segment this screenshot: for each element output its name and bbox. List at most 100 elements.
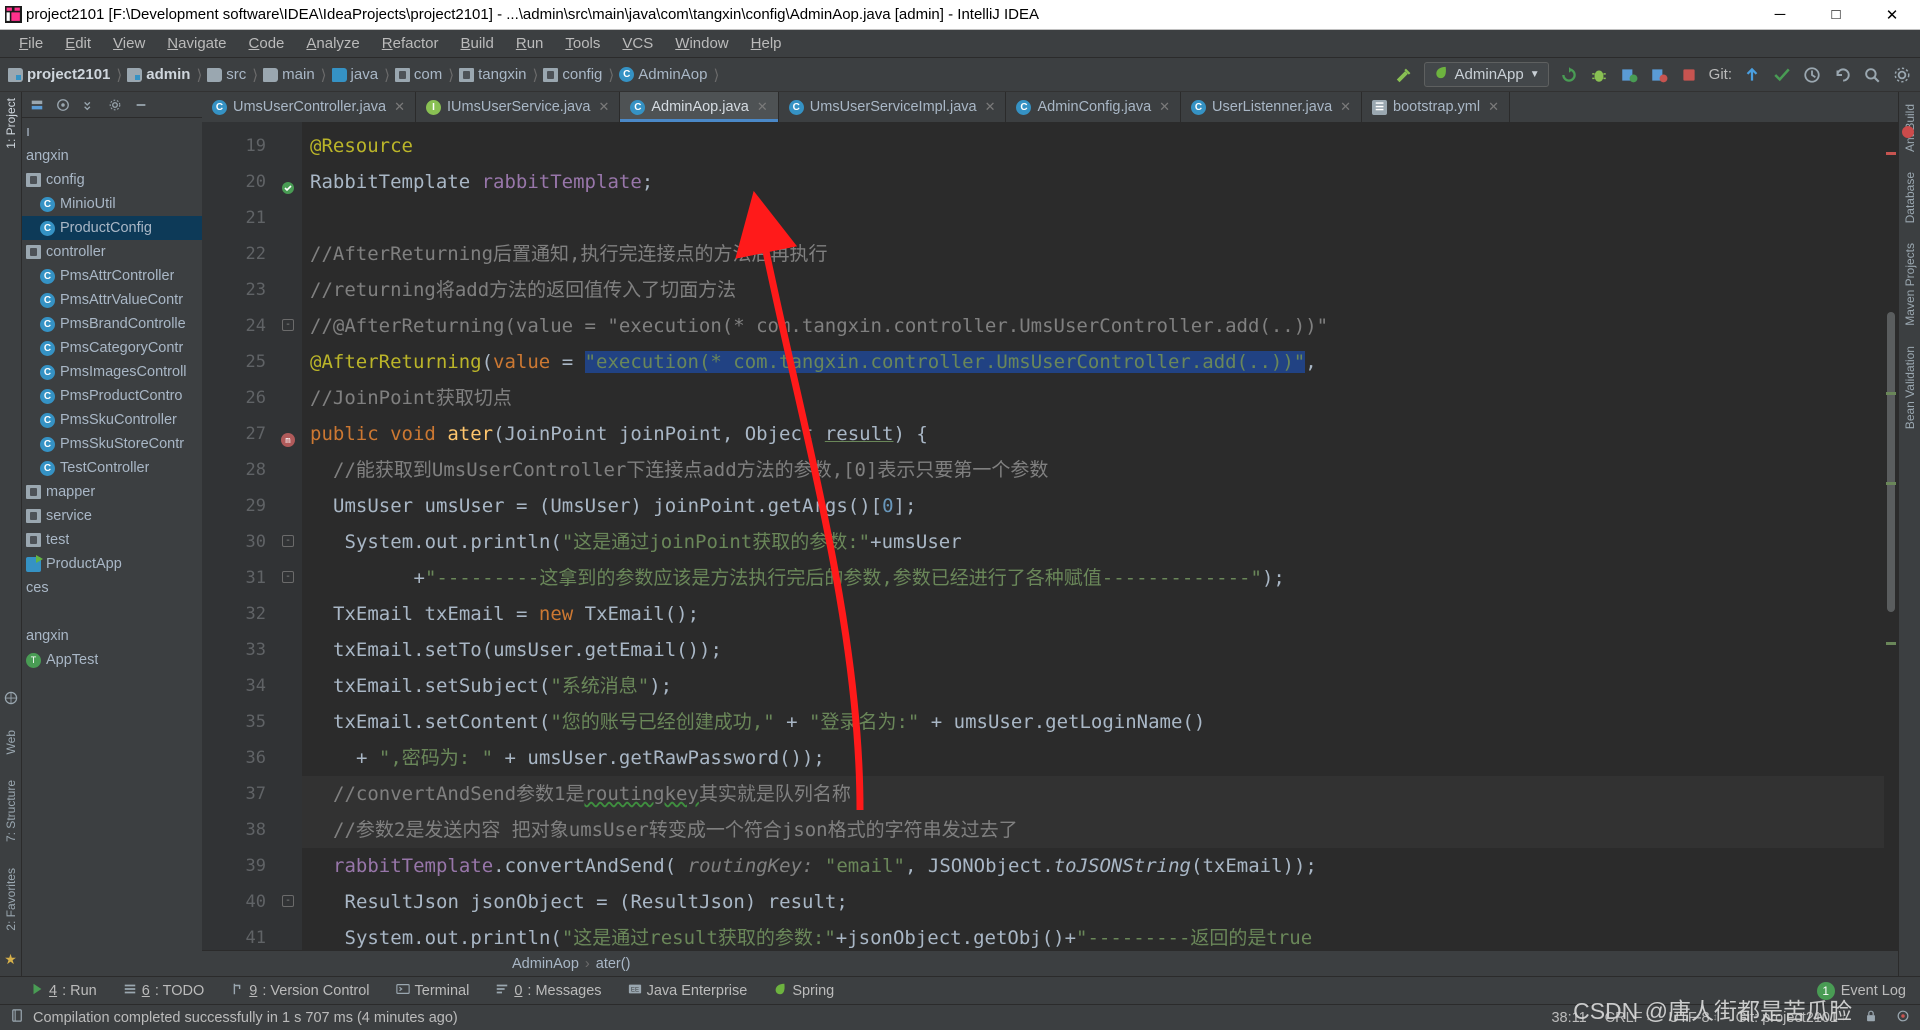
gutter-line-36[interactable]: 36 xyxy=(202,740,302,776)
tool-button-web[interactable]: Web xyxy=(4,724,18,760)
menu-item-file[interactable]: File xyxy=(8,32,54,55)
tree-item-pmscategorycontr[interactable]: C PmsCategoryContr xyxy=(22,336,202,360)
chevron-updown-icon[interactable]: ↕ xyxy=(1713,1012,1718,1023)
gutter-line-19[interactable]: 19 xyxy=(202,128,302,164)
editor-tab-iumsuserservice-java[interactable]: I IUmsUserService.java ✕ xyxy=(416,92,621,122)
tool-button-project[interactable]: 1: Project xyxy=(4,92,18,155)
profiler-icon[interactable] xyxy=(1649,65,1669,85)
code-fold-toggle[interactable]: - xyxy=(282,535,294,547)
menu-item-edit[interactable]: Edit xyxy=(54,32,102,55)
tree-item-angxin[interactable]: angxin xyxy=(22,624,202,648)
gutter-line-40[interactable]: 40- xyxy=(202,884,302,920)
bean-gutter-icon[interactable] xyxy=(280,173,296,194)
code-line-31[interactable]: +"---------这拿到的参数应该是方法执行完后的参数,参数已经进行了各种赋… xyxy=(302,560,1884,596)
tree-item-service[interactable]: service xyxy=(22,504,202,528)
code-line-26[interactable]: //JoinPoint获取切点 xyxy=(302,380,1884,416)
menu-item-navigate[interactable]: Navigate xyxy=(156,32,237,55)
menu-item-vcs[interactable]: VCS xyxy=(611,32,664,55)
stop-icon[interactable] xyxy=(1679,65,1699,85)
close-button[interactable]: ✕ xyxy=(1864,0,1920,30)
breadcrumb-java[interactable]: java ⟩ xyxy=(331,66,395,84)
code-line-29[interactable]: UmsUser umsUser = (UmsUser) joinPoint.ge… xyxy=(302,488,1884,524)
menu-item-view[interactable]: View xyxy=(102,32,156,55)
inspections-icon[interactable] xyxy=(1896,1009,1910,1027)
settings-gear-icon[interactable] xyxy=(108,98,122,112)
tool-window-button-javaenterprise[interactable]: EE Java Enterprise xyxy=(628,982,747,1000)
settings-gear-icon[interactable] xyxy=(1892,65,1912,85)
breadcrumb-src[interactable]: src ⟩ xyxy=(207,66,263,84)
close-icon[interactable]: ✕ xyxy=(985,99,996,115)
menu-item-build[interactable]: Build xyxy=(449,32,504,55)
code-line-28[interactable]: //能获取到UmsUserController下连接点add方法的参数,[0]表… xyxy=(302,452,1884,488)
tree-item-ı[interactable]: ı xyxy=(22,120,202,144)
caret-position[interactable]: 38:11 xyxy=(1551,1010,1586,1026)
hide-icon[interactable] xyxy=(134,98,148,112)
event-log-area[interactable]: 1 Event Log xyxy=(1816,981,1920,1000)
run-configuration-selector[interactable]: AdminApp ▼ xyxy=(1423,62,1549,87)
editor-tab-bootstrap-yml[interactable]: ☰ bootstrap.yml ✕ xyxy=(1362,92,1510,122)
code-line-36[interactable]: + ",密码为: " + umsUser.getRawPassword()); xyxy=(302,740,1884,776)
undo-icon[interactable] xyxy=(1832,65,1852,85)
breadcrumb-tangxin[interactable]: tangxin ⟩ xyxy=(459,66,543,84)
close-icon[interactable]: ✕ xyxy=(598,99,609,115)
gutter-line-37[interactable]: 37 xyxy=(202,776,302,812)
tree-item-mapper[interactable]: mapper xyxy=(22,480,202,504)
tool-button-bean-validation[interactable]: Bean Validation xyxy=(1903,340,1917,435)
minimize-button[interactable]: ─ xyxy=(1752,0,1808,30)
file-encoding[interactable]: UTF-8 xyxy=(1669,1010,1710,1026)
code-line-40[interactable]: ResultJson jsonObject = (ResultJson) res… xyxy=(302,884,1884,920)
aspect-gutter-icon[interactable]: m xyxy=(280,425,296,447)
tree-item-minioutil[interactable]: C MinioUtil xyxy=(22,192,202,216)
git-branch[interactable]: Git: project2101 xyxy=(1736,1010,1838,1026)
tree-item-config[interactable]: config xyxy=(22,168,202,192)
tree-item-productconfig[interactable]: C ProductConfig xyxy=(22,216,202,240)
tree-item-productapp[interactable]: ProductApp xyxy=(22,552,202,576)
tool-window-button-versioncontrol[interactable]: 9: Version Control xyxy=(230,982,370,1000)
chevron-down-icon[interactable]: ▼ xyxy=(1530,69,1540,80)
editor-tab-umsuserserviceimpl-java[interactable]: C UmsUserServiceImpl.java ✕ xyxy=(779,92,1007,122)
checkmark-icon[interactable] xyxy=(1772,65,1792,85)
gutter-line-34[interactable]: 34 xyxy=(202,668,302,704)
close-icon[interactable]: ✕ xyxy=(1340,99,1351,115)
debug-icon[interactable] xyxy=(1589,65,1609,85)
tree-item[interactable] xyxy=(22,600,202,624)
gutter-line-24[interactable]: 24- xyxy=(202,308,302,344)
tree-item-pmsimagescontroll[interactable]: C PmsImagesControll xyxy=(22,360,202,384)
gutter-line-30[interactable]: 30- xyxy=(202,524,302,560)
editor-tab-adminconfig-java[interactable]: C AdminConfig.java ✕ xyxy=(1006,92,1182,122)
gutter-line-20[interactable]: 20 xyxy=(202,164,302,200)
code-line-32[interactable]: TxEmail txEmail = new TxEmail(); xyxy=(302,596,1884,632)
editor-gutter[interactable]: 19 20 21 22 23 24-25 26 27 m 28 29 30-31-32 33 34 35 36… xyxy=(202,122,302,950)
chevron-updown-icon[interactable]: ↕ xyxy=(1646,1012,1651,1023)
close-icon[interactable]: ✕ xyxy=(1159,99,1170,115)
gutter-line-21[interactable]: 21 xyxy=(202,200,302,236)
tree-item-testcontroller[interactable]: C TestController xyxy=(22,456,202,480)
maximize-button[interactable]: □ xyxy=(1808,0,1864,30)
close-icon[interactable]: ✕ xyxy=(394,99,405,115)
tool-window-button-spring[interactable]: Spring xyxy=(773,982,834,1000)
chevron-updown-icon[interactable]: ↕ xyxy=(1841,1012,1846,1023)
tree-item-angxin[interactable]: angxin xyxy=(22,144,202,168)
tree-item-controller[interactable]: controller xyxy=(22,240,202,264)
gutter-line-27[interactable]: 27 m xyxy=(202,416,302,452)
breadcrumb-main[interactable]: main ⟩ xyxy=(263,66,331,84)
menu-item-code[interactable]: Code xyxy=(238,32,296,55)
tool-button-maven-projects[interactable]: Maven Projects xyxy=(1903,237,1917,332)
tool-button-database[interactable]: Database xyxy=(1903,166,1917,229)
editor-tabs[interactable]: C UmsUserController.java ✕ I IUmsUserService… xyxy=(202,92,1898,122)
tool-button-favorites[interactable]: 2: Favorites xyxy=(4,862,18,937)
target-icon[interactable] xyxy=(56,98,70,112)
tool-window-button-todo[interactable]: 6: TODO xyxy=(123,982,204,1000)
line-separator[interactable]: CRLF xyxy=(1605,1010,1643,1026)
breadcrumb-admin[interactable]: admin ⟩ xyxy=(127,66,207,84)
breadcrumb-project2101[interactable]: project2101 ⟩ xyxy=(8,66,127,84)
tree-item-pmsskustorecontr[interactable]: C PmsSkuStoreContr xyxy=(22,432,202,456)
coverage-icon[interactable] xyxy=(1619,65,1639,85)
code-line-33[interactable]: txEmail.setTo(umsUser.getEmail()); xyxy=(302,632,1884,668)
close-icon[interactable]: ✕ xyxy=(757,99,768,115)
tool-window-button-messages[interactable]: 0: Messages xyxy=(495,982,602,1000)
gutter-line-29[interactable]: 29 xyxy=(202,488,302,524)
gutter-line-22[interactable]: 22 xyxy=(202,236,302,272)
code-line-41[interactable]: System.out.println("这是通过result获取的参数:"+js… xyxy=(302,920,1884,950)
gutter-line-23[interactable]: 23 xyxy=(202,272,302,308)
